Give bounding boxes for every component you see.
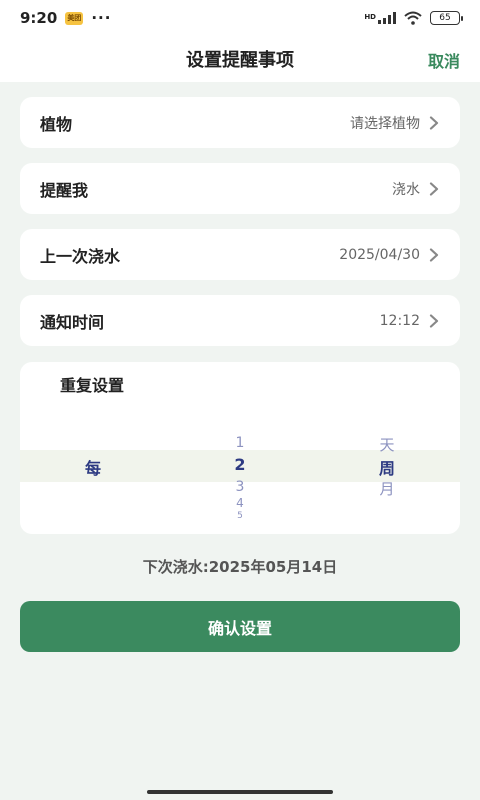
picker-item-selected[interactable]: 周 xyxy=(357,455,417,479)
header: 设置提醒事项 取消 xyxy=(0,36,480,82)
home-indicator[interactable] xyxy=(147,790,333,794)
plant-label: 植物 xyxy=(40,114,73,134)
chevron-right-icon xyxy=(429,115,439,130)
picker-item-selected[interactable]: 2 xyxy=(210,455,270,474)
meituan-app-icon: 美团 xyxy=(65,11,84,25)
notify-time-row[interactable]: 通知时间 12:12 xyxy=(20,295,460,346)
remind-me-label: 提醒我 xyxy=(40,180,89,200)
chevron-right-icon xyxy=(429,247,439,262)
more-notifications-icon: ··· xyxy=(91,9,112,27)
confirm-settings-button[interactable]: 确认设置 xyxy=(20,601,460,652)
plant-row[interactable]: 植物 请选择植物 xyxy=(20,97,460,148)
next-water-date: 下次浇水:2025年05月14日 xyxy=(142,558,338,576)
remind-me-value: 浇水 xyxy=(392,181,420,198)
status-bar: 9:20 美团 ··· HD 65 xyxy=(0,0,480,36)
repeat-settings-card: 重复设置 每 1 2 3 4 5 天 周 月 xyxy=(20,362,460,534)
plant-value: 请选择植物 xyxy=(350,115,420,132)
picker-item[interactable]: 4 xyxy=(210,496,270,510)
status-time: 9:20 xyxy=(20,9,58,27)
picker-item[interactable]: 5 xyxy=(210,511,270,518)
picker-column-number[interactable]: 1 2 3 4 5 xyxy=(210,362,270,534)
battery-icon: 65 xyxy=(430,11,463,25)
last-water-row[interactable]: 上一次浇水 2025/04/30 xyxy=(20,229,460,280)
chevron-right-icon xyxy=(429,181,439,196)
picker-column-unit[interactable]: 天 周 月 xyxy=(357,362,417,534)
wifi-icon xyxy=(404,11,422,25)
notify-time-label: 通知时间 xyxy=(40,312,105,332)
last-water-label: 上一次浇水 xyxy=(40,246,121,266)
picker-column-every[interactable]: 每 xyxy=(63,362,123,534)
picker-item[interactable]: 天 xyxy=(357,434,417,455)
picker-item-selected[interactable]: 每 xyxy=(63,455,123,479)
picker-item[interactable]: 1 xyxy=(210,435,270,451)
last-water-value: 2025/04/30 xyxy=(339,246,420,263)
chevron-right-icon xyxy=(429,313,439,328)
cancel-button[interactable]: 取消 xyxy=(428,48,460,72)
remind-me-row[interactable]: 提醒我 浇水 xyxy=(20,163,460,214)
page-title: 设置提醒事项 xyxy=(186,50,294,71)
picker-item[interactable]: 月 xyxy=(357,478,417,499)
hd-label: HD xyxy=(364,13,376,21)
signal-icon xyxy=(378,12,396,24)
picker-item[interactable]: 3 xyxy=(210,479,270,495)
notify-time-value: 12:12 xyxy=(379,312,420,329)
